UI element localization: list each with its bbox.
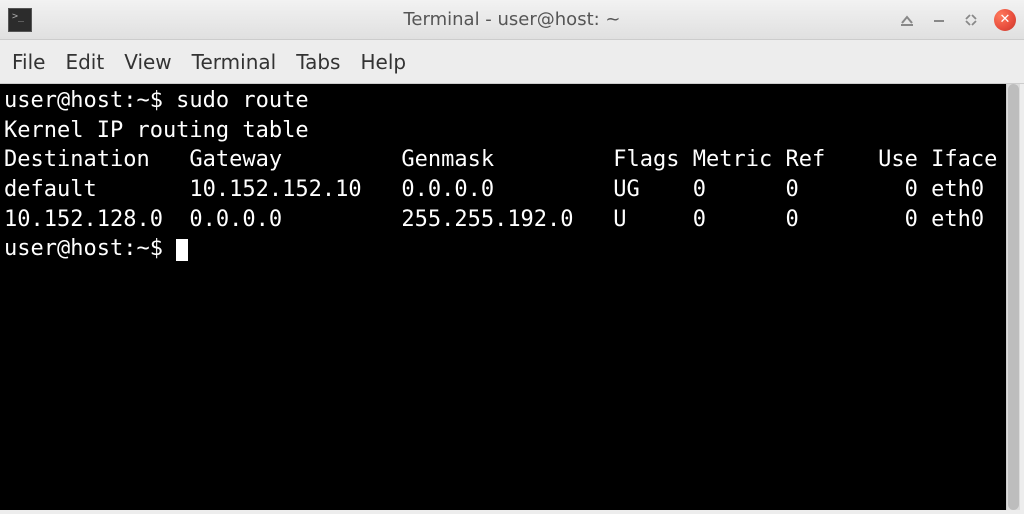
menu-file[interactable]: File [12,50,45,74]
window-title: Terminal - user@host: ~ [404,9,621,30]
minimize-icon[interactable] [930,11,948,29]
menu-help[interactable]: Help [360,50,406,74]
menu-tabs[interactable]: Tabs [296,50,340,74]
scrollbar[interactable] [1006,84,1020,510]
titlebar: Terminal - user@host: ~ ✕ [0,0,1024,40]
cursor [176,239,188,261]
menu-terminal[interactable]: Terminal [192,50,277,74]
menu-view[interactable]: View [124,50,171,74]
up-icon[interactable] [898,11,916,29]
scrollbar-thumb[interactable] [1008,84,1019,510]
menubar: File Edit View Terminal Tabs Help [0,40,1024,84]
maximize-icon[interactable] [962,11,980,29]
terminal-container: user@host:~$ sudo route Kernel IP routin… [0,84,1024,514]
terminal-app-icon [8,8,32,32]
terminal-output[interactable]: user@host:~$ sudo route Kernel IP routin… [0,84,1006,510]
window-controls: ✕ [898,9,1016,31]
menu-edit[interactable]: Edit [65,50,104,74]
close-icon[interactable]: ✕ [994,9,1016,31]
